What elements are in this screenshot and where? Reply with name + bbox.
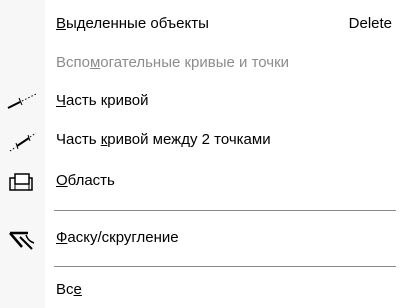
menu-item-shortcut: Delete	[348, 15, 392, 32]
menu-item-auxiliary-curves: Вспомогательные кривые и точки	[0, 52, 405, 78]
menu-item-area[interactable]: Область	[0, 170, 405, 196]
menu-item-chamfer-fillet[interactable]: Фаску/скругление	[0, 227, 405, 253]
menu-separator	[54, 266, 396, 267]
menu-item-label: Часть кривой	[56, 92, 149, 109]
menu-item-curve-part[interactable]: Часть кривой	[0, 90, 405, 116]
menu-item-label: Все	[56, 281, 82, 298]
curve-part-icon	[6, 90, 40, 116]
context-menu: Выделенные объекты Delete Вспомогательны…	[0, 0, 405, 308]
curve-between-points-icon	[6, 129, 40, 155]
menu-item-label: Вспомогательные кривые и точки	[56, 54, 290, 71]
menu-item-label: Выделенные объекты	[56, 15, 209, 32]
menu-item-label: Область	[56, 172, 115, 189]
menu-item-label: Фаску/скругление	[56, 229, 179, 246]
menu-separator	[54, 210, 396, 211]
menu-item-curve-between-points[interactable]: Часть кривой между 2 точками	[0, 129, 405, 155]
chamfer-fillet-icon	[6, 227, 40, 253]
area-icon	[6, 170, 40, 196]
menu-item-label: Часть кривой между 2 точками	[56, 131, 271, 148]
menu-item-all[interactable]: Все	[0, 279, 405, 305]
menu-item-selected-objects[interactable]: Выделенные объекты Delete	[0, 13, 405, 39]
